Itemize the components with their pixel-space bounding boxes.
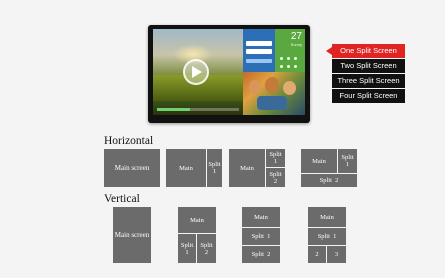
- layout-vertical-2[interactable]: Main Split 1 Split 2: [178, 207, 216, 263]
- main-region: Main: [166, 149, 206, 187]
- split-2-region: Split 2: [242, 246, 280, 263]
- login-pane[interactable]: [243, 29, 275, 72]
- main-screen-region: Main screen: [104, 149, 160, 187]
- split-1-region: Split 1: [242, 228, 280, 245]
- split-2-region: Split 2: [197, 234, 216, 263]
- weather-condition: Sunny: [290, 42, 302, 47]
- split-1-region: Split 1: [178, 234, 196, 263]
- main-screen-region: Main screen: [113, 207, 151, 263]
- main-region: Main: [178, 207, 216, 233]
- main-region: Main: [301, 149, 337, 173]
- layout-horizontal-1[interactable]: Main screen: [104, 149, 160, 187]
- menu-four-split[interactable]: Four Split Screen: [332, 89, 405, 103]
- split-1-region: Split 1: [308, 228, 346, 245]
- layout-horizontal-3[interactable]: Main Split 1 Split 2: [229, 149, 285, 187]
- split-2-region: Split 2: [301, 174, 357, 187]
- split-1-region: Split 1: [338, 149, 357, 173]
- split-1-region: Split 1: [266, 149, 285, 167]
- layout-vertical-4[interactable]: Main Split 1 2 3: [308, 207, 346, 263]
- weather-temperature: 27: [290, 31, 302, 42]
- main-video-pane[interactable]: [153, 29, 243, 115]
- main-region: Main: [308, 207, 346, 227]
- play-icon[interactable]: [183, 59, 209, 85]
- menu-two-split[interactable]: Two Split Screen: [332, 59, 405, 73]
- split-screen-menu: One Split Screen Two Split Screen Three …: [332, 44, 405, 104]
- split-3-region: 3: [327, 246, 346, 263]
- menu-one-split[interactable]: One Split Screen: [332, 44, 405, 58]
- tv-display: 27 Sunny: [148, 25, 310, 123]
- login-button[interactable]: [246, 59, 272, 63]
- split-2-region: Split 2: [266, 168, 285, 187]
- tv-screen: 27 Sunny: [153, 29, 305, 115]
- layout-vertical-1[interactable]: Main screen: [113, 207, 151, 263]
- main-region: Main: [229, 149, 265, 187]
- username-field[interactable]: [246, 41, 272, 46]
- layout-vertical-3[interactable]: Main Split 1 Split 2: [242, 207, 280, 263]
- video-progress-bar[interactable]: [157, 108, 239, 111]
- password-field[interactable]: [246, 49, 272, 54]
- weather-widget: 27 Sunny: [275, 29, 305, 72]
- horizontal-heading: Horizontal: [104, 135, 154, 147]
- main-region: Main: [242, 207, 280, 227]
- layout-horizontal-2[interactable]: Main Split 1: [166, 149, 222, 187]
- menu-three-split[interactable]: Three Split Screen: [332, 74, 405, 88]
- split-1-region: Split 1: [207, 149, 222, 187]
- vertical-heading: Vertical: [104, 193, 140, 205]
- movie-pane[interactable]: [243, 72, 305, 115]
- layout-horizontal-4[interactable]: Main Split 1 Split 2: [301, 149, 357, 187]
- split-2-region: 2: [308, 246, 326, 263]
